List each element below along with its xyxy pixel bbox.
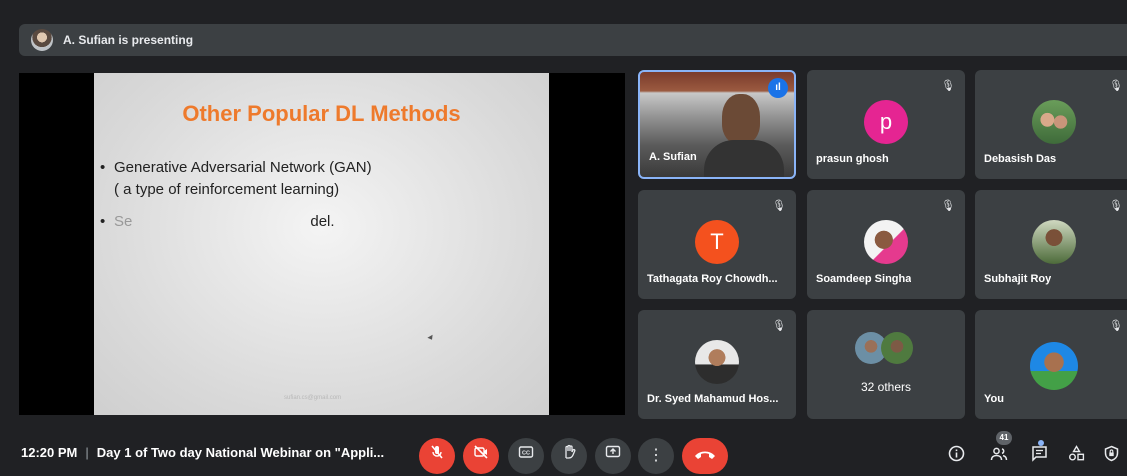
leave-call-button[interactable]	[682, 438, 728, 474]
captions-button[interactable]: CC	[508, 438, 544, 474]
avatar: T	[695, 220, 739, 264]
present-icon	[605, 445, 621, 458]
mic-off-icon: 🎙︎	[941, 80, 955, 92]
slide-bullet-1-continued: ( a type of reinforcement learning)	[114, 181, 340, 198]
others-count: 32 others	[860, 380, 912, 394]
activities-icon	[1068, 445, 1084, 461]
mic-off-icon: 🎙︎	[772, 200, 786, 212]
participant-tile-tathagata[interactable]: 🎙︎ T Tathagata Roy Chowdh...	[638, 190, 796, 299]
participant-name: Soamdeep Singha	[816, 273, 912, 285]
bottom-toolbar: 12:20 PM | Day 1 of Two day National Webin…	[0, 431, 1127, 476]
info-icon	[948, 445, 964, 462]
meeting-details-button[interactable]	[945, 445, 967, 467]
participant-name: prasun ghosh	[816, 153, 889, 165]
avatar	[864, 220, 908, 264]
meeting-title: Day 1 of Two day National Webinar on "Ap…	[96, 445, 385, 460]
participant-tile-syed-mahamud[interactable]: 🎙︎ Dr. Syed Mahamud Hos...	[638, 310, 796, 419]
svg-text:CC: CC	[522, 451, 530, 457]
participant-name: Tathagata Roy Chowdh...	[647, 273, 778, 285]
participant-name: You	[984, 393, 1004, 405]
slide-bullet-2: • Se del.	[100, 213, 335, 230]
slide-title: Other Popular DL Methods	[182, 101, 461, 126]
mic-off-icon: 🎙︎	[941, 200, 955, 212]
more-options-button[interactable]: ⋮	[638, 438, 674, 474]
slide-bullet-1: • Generative Adversarial Network (GAN)	[100, 159, 372, 176]
present-screen-button[interactable]	[595, 438, 631, 474]
participant-tile-you[interactable]: 🎙︎ You	[975, 310, 1127, 419]
people-button[interactable]	[988, 445, 1010, 467]
participant-tile-subhajit-roy[interactable]: 🎙︎ Subhajit Roy	[975, 190, 1127, 299]
avatar: p	[864, 100, 908, 144]
presenting-text: A. Sufian is presenting	[63, 33, 194, 47]
presentation-slide: Other Popular DL Methods • Generative Adv…	[94, 73, 549, 415]
mouse-cursor-icon	[427, 334, 435, 342]
video-feed	[722, 94, 760, 144]
participant-tile-a-sufian[interactable]: ıl A. Sufian	[638, 70, 796, 179]
mic-off-icon: 🎙︎	[1109, 320, 1123, 332]
hang-up-icon	[695, 451, 715, 459]
participant-tile-soamdeep-singha[interactable]: 🎙︎ Soamdeep Singha	[807, 190, 965, 299]
participant-name: Dr. Syed Mahamud Hos...	[647, 393, 779, 405]
toggle-camera-button[interactable]	[463, 438, 499, 474]
activities-button[interactable]	[1065, 445, 1087, 467]
shield-lock-icon	[1104, 445, 1118, 462]
mic-off-icon: 🎙︎	[1109, 80, 1123, 92]
chat-icon	[1031, 446, 1047, 462]
clock-time: 12:20 PM	[21, 445, 78, 460]
slide-footer-email: sufian.cs@gmail.com	[284, 395, 342, 401]
chat-unread-dot	[1038, 440, 1044, 446]
hand-icon	[565, 444, 576, 459]
host-controls-button[interactable]	[1100, 445, 1122, 467]
avatar	[695, 340, 739, 384]
participant-name: A. Sufian	[649, 151, 697, 163]
participant-tile-prasun-ghosh[interactable]: 🎙︎ p prasun ghosh	[807, 70, 965, 179]
presenter-avatar	[31, 29, 53, 51]
people-icon	[990, 447, 1008, 461]
participant-name: Subhajit Roy	[984, 273, 1052, 285]
closed-captions-icon: CC	[518, 446, 534, 458]
participant-name: Debasish Das	[984, 153, 1057, 165]
toggle-mic-button[interactable]	[419, 438, 455, 474]
avatar	[1032, 100, 1076, 144]
participant-tile-debasish-das[interactable]: 🎙︎ Debasish Das	[975, 70, 1127, 179]
shared-screen[interactable]: Other Popular DL Methods • Generative Adv…	[19, 73, 625, 415]
camera-off-icon	[474, 445, 488, 459]
avatar	[1030, 342, 1078, 390]
raise-hand-button[interactable]	[551, 438, 587, 474]
more-vert-icon: ⋮	[648, 447, 664, 464]
others-avatars	[855, 332, 919, 366]
meeting-info: 12:20 PM | Day 1 of Two day National Webin…	[21, 445, 385, 460]
mic-off-icon	[431, 445, 443, 459]
presenting-banner: A. Sufian is presenting	[19, 24, 1127, 56]
chat-button[interactable]	[1028, 445, 1050, 467]
people-count-badge: 41	[996, 431, 1012, 445]
audio-wave-icon: ıl	[768, 78, 788, 98]
mic-off-icon: 🎙︎	[772, 320, 786, 332]
participant-tile-others[interactable]: 32 others	[807, 310, 965, 419]
avatar	[1032, 220, 1076, 264]
mic-off-icon: 🎙︎	[1109, 200, 1123, 212]
